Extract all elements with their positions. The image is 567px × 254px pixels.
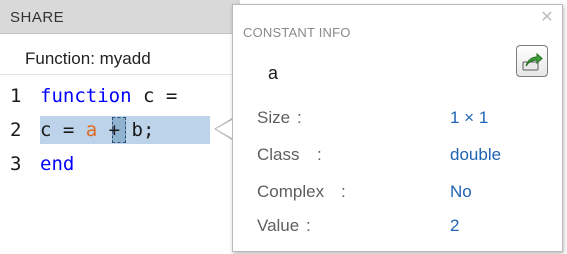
property-row-class: Class: double <box>233 143 564 173</box>
property-key: Value <box>257 216 300 235</box>
constant-info-popup: CONSTANT INFO ✕ a Size: 1 × 1 Class: dou… <box>232 4 563 252</box>
property-key: Class <box>257 145 300 164</box>
code-fragment: + b; <box>97 119 155 141</box>
property-value: No <box>450 182 472 201</box>
keyword: end <box>40 153 75 175</box>
popup-title: CONSTANT INFO <box>243 25 351 40</box>
property-row-size: Size: 1 × 1 <box>233 106 564 136</box>
property-row-value: Value: 2 <box>233 214 564 244</box>
function-name-label: Function: myadd <box>25 49 151 68</box>
code-line-3[interactable]: 3 end <box>0 150 240 178</box>
constant-name: a <box>268 63 279 83</box>
export-icon <box>522 52 543 71</box>
property-colon: : <box>341 182 346 201</box>
line-number: 1 <box>10 85 22 107</box>
property-value: 1 × 1 <box>450 108 489 127</box>
property-value: double <box>450 145 502 164</box>
close-icon[interactable]: ✕ <box>540 10 554 26</box>
keyword: function <box>40 85 132 107</box>
code-line-text: end <box>40 153 74 175</box>
property-key: Size <box>257 108 291 127</box>
property-value: 2 <box>450 216 460 235</box>
line-number: 2 <box>10 119 22 141</box>
function-header: Function: myadd <box>0 40 240 75</box>
variable-token[interactable]: a <box>86 119 97 141</box>
line-number: 3 <box>10 153 22 175</box>
share-tab[interactable]: SHARE <box>0 0 240 34</box>
export-button[interactable] <box>516 45 548 77</box>
property-colon: : <box>297 108 302 127</box>
code-line-2[interactable]: 2 c = a + b; <box>0 116 240 144</box>
code-fragment: c = <box>131 85 178 107</box>
property-key: Complex <box>257 182 325 201</box>
code-line-text: function c = <box>40 85 177 107</box>
property-row-complex: Complex: No <box>233 180 564 210</box>
code-line-1[interactable]: 1 function c = <box>0 82 240 110</box>
popup-pointer-fill <box>216 120 232 138</box>
share-tab-label: SHARE <box>10 9 65 26</box>
code-fragment: c = <box>40 119 86 141</box>
code-line-text: c = a + b; <box>40 119 154 141</box>
property-colon: : <box>306 216 311 235</box>
property-colon: : <box>317 145 322 164</box>
